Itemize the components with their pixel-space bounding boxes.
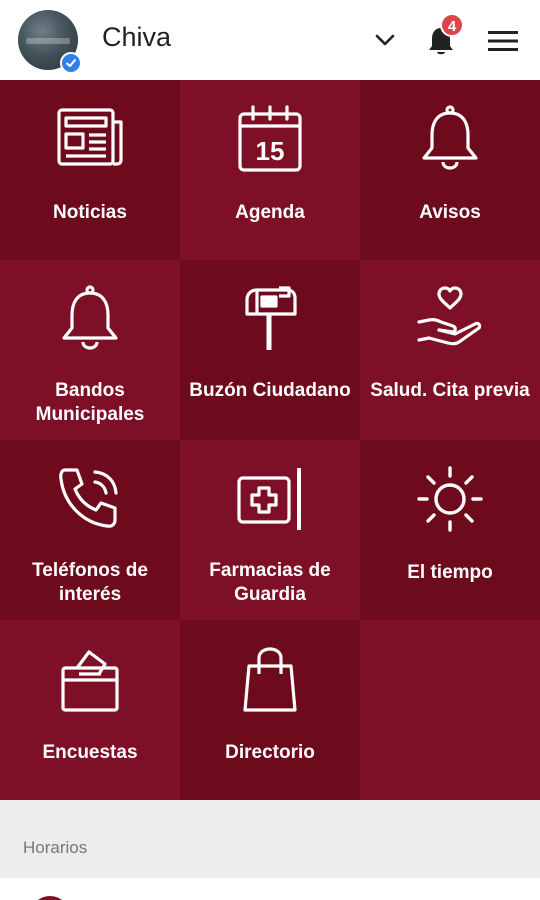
tile-label: El tiempo (407, 562, 493, 583)
phone-icon (59, 468, 118, 528)
tile-avisos[interactable]: Avisos (360, 80, 540, 260)
list-item-avatar[interactable] (30, 896, 70, 900)
services-grid: Noticias 15 Agenda Avisos Bandos Municip… (0, 80, 540, 800)
notification-count-badge: 4 (440, 13, 464, 37)
tile-label: Noticias (53, 202, 127, 223)
tile-label: Buzón Ciudadano (189, 380, 351, 401)
tile-farmacias-de-guardia[interactable]: Farmacias de Guardia (180, 440, 360, 620)
hamburger-menu-icon[interactable] (486, 26, 520, 56)
tile-el-tiempo[interactable]: El tiempo (360, 440, 540, 620)
section-title: Horarios (23, 838, 88, 857)
calendar-icon: 15 (238, 105, 302, 172)
tile-buzon-ciudadano[interactable]: Buzón Ciudadano (180, 260, 360, 440)
horarios-list (0, 878, 540, 900)
tile-noticias[interactable]: Noticias (0, 80, 180, 260)
chevron-down-icon[interactable] (374, 30, 396, 50)
bell-icon (422, 105, 478, 170)
verified-check-icon (60, 52, 82, 74)
newspaper-icon (57, 108, 123, 166)
avatar[interactable] (18, 10, 82, 74)
tile-encuestas[interactable]: Encuestas (0, 620, 180, 800)
tile-label: Encuestas (42, 742, 138, 763)
tile-label: Salud. Cita previa (370, 380, 530, 401)
tile-label: Avisos (419, 202, 481, 223)
app-title: Chiva (102, 22, 172, 52)
mailbox-icon (245, 286, 297, 350)
tile-telefonos-de-interes[interactable]: Teléfonos de interés (0, 440, 180, 620)
heart-hand-icon (417, 286, 482, 346)
pharmacy-icon (237, 468, 301, 530)
sun-icon (417, 466, 483, 532)
tile-label: Teléfonos de interés (32, 560, 148, 605)
shopping-bag-icon (243, 647, 297, 712)
ballot-box-icon (61, 650, 119, 712)
tile-empty (360, 620, 540, 800)
tile-agenda[interactable]: 15 Agenda (180, 80, 360, 260)
horarios-section-header: Horarios (0, 800, 540, 878)
tile-bandos-municipales[interactable]: Bandos Municipales (0, 260, 180, 440)
tile-salud-cita-previa[interactable]: Salud. Cita previa (360, 260, 540, 440)
calendar-day-text: 15 (256, 136, 285, 166)
app-header: Chiva 4 (0, 0, 540, 80)
tile-directorio[interactable]: Directorio (180, 620, 360, 800)
tile-label: Directorio (225, 742, 315, 763)
tile-label: Farmacias de Guardia (209, 560, 331, 605)
bell-icon (62, 285, 118, 350)
tile-label: Agenda (235, 202, 305, 223)
tile-label: Bandos Municipales (35, 380, 145, 425)
